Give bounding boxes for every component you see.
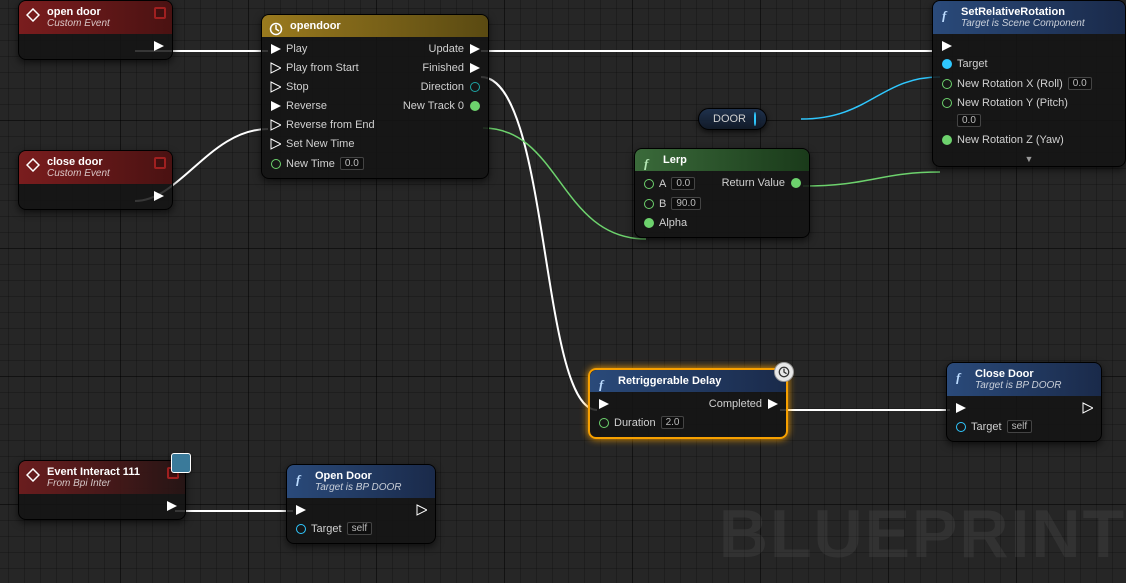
svg-text:f: f xyxy=(644,156,650,170)
exec-in-pin[interactable] xyxy=(955,402,1032,413)
latent-clock-icon xyxy=(774,362,794,382)
exec-in-pin[interactable] xyxy=(295,504,372,515)
pin-rotation-y[interactable]: New Rotation Y (Pitch)0.0 xyxy=(941,97,1091,127)
pin-a[interactable]: A0.0 xyxy=(643,177,701,190)
delegate-pin[interactable] xyxy=(154,7,166,19)
node-set-relative-rotation[interactable]: f SetRelativeRotation Target is Scene Co… xyxy=(932,0,1126,167)
node-title: Open Door xyxy=(315,470,372,482)
node-title: Retriggerable Delay xyxy=(618,375,721,387)
exec-out-pin[interactable] xyxy=(153,40,164,51)
expand-icon[interactable]: ▼ xyxy=(933,154,1125,166)
pin-play-from-start[interactable]: Play from Start xyxy=(270,62,375,74)
exec-in-pin[interactable] xyxy=(941,40,1092,51)
pin-rotation-x[interactable]: New Rotation X (Roll)0.0 xyxy=(941,77,1092,90)
timeline-icon xyxy=(268,21,284,37)
node-subtitle: Custom Event xyxy=(47,168,164,179)
node-title: Lerp xyxy=(663,154,687,166)
node-lerp[interactable]: f Lerp A0.0 B90.0 Alpha Return Value xyxy=(634,148,810,238)
exec-out-pin[interactable] xyxy=(166,500,177,511)
pin-duration[interactable]: Duration2.0 xyxy=(598,416,684,429)
node-title: SetRelativeRotation xyxy=(961,6,1065,18)
blueprint-watermark: BLUEPRINT xyxy=(719,495,1126,573)
pin-update[interactable]: Update xyxy=(429,43,480,55)
node-title: close door xyxy=(47,156,103,168)
pin-direction[interactable]: Direction xyxy=(421,81,480,93)
delegate-pin[interactable] xyxy=(154,157,166,169)
pin-alpha[interactable]: Alpha xyxy=(643,217,701,229)
node-close-door-call[interactable]: f Close Door Target is BP DOOR Targetsel… xyxy=(946,362,1102,442)
pin-reverse[interactable]: Reverse xyxy=(270,100,375,112)
pin-reverse-from-end[interactable]: Reverse from End xyxy=(270,119,375,131)
node-title: open door xyxy=(47,6,101,18)
node-close-door-event[interactable]: close door Custom Event xyxy=(18,150,173,210)
node-open-door-event[interactable]: open door Custom Event xyxy=(18,0,173,60)
function-icon: f xyxy=(641,155,657,171)
node-open-door-call[interactable]: f Open Door Target is BP DOOR Targetself xyxy=(286,464,436,544)
node-subtitle: From Bpi Inter xyxy=(47,478,177,489)
node-subtitle: Target is Scene Component xyxy=(961,18,1117,29)
pin-b[interactable]: B90.0 xyxy=(643,197,701,210)
var-out-pin[interactable] xyxy=(754,113,756,125)
function-icon: f xyxy=(293,471,309,487)
svg-text:f: f xyxy=(942,8,948,22)
pin-set-new-time[interactable]: Set New Time xyxy=(270,138,375,150)
node-title: Event Interact 111 xyxy=(47,466,140,478)
node-variable-door[interactable]: DOOR xyxy=(698,108,767,130)
exec-out-pin[interactable] xyxy=(1082,402,1093,413)
function-icon: f xyxy=(953,369,969,385)
svg-text:f: f xyxy=(956,370,962,384)
event-icon xyxy=(25,467,41,483)
interface-badge-icon xyxy=(171,453,191,473)
pin-target[interactable]: Target xyxy=(941,58,1092,70)
pin-play[interactable]: Play xyxy=(270,43,375,55)
exec-in-pin[interactable] xyxy=(598,398,684,409)
exec-out-pin[interactable] xyxy=(153,190,164,201)
pin-target[interactable]: Targetself xyxy=(295,522,372,535)
function-icon: f xyxy=(596,376,612,392)
pin-return-value[interactable]: Return Value xyxy=(722,177,801,189)
node-subtitle: Custom Event xyxy=(47,18,164,29)
node-title: opendoor xyxy=(290,20,341,32)
node-subtitle: Target is BP DOOR xyxy=(315,482,427,493)
svg-text:f: f xyxy=(296,472,302,486)
pin-new-track[interactable]: New Track 0 xyxy=(403,100,480,112)
node-timeline-opendoor[interactable]: opendoor Play Play from Start Stop Rever… xyxy=(261,14,489,179)
pin-finished[interactable]: Finished xyxy=(422,62,480,74)
exec-out-pin[interactable] xyxy=(416,504,427,515)
pin-rotation-z[interactable]: New Rotation Z (Yaw) xyxy=(941,134,1092,146)
node-title: Close Door xyxy=(975,368,1034,380)
custom-event-icon xyxy=(25,157,41,173)
pin-stop[interactable]: Stop xyxy=(270,81,375,93)
node-subtitle: Target is BP DOOR xyxy=(975,380,1093,391)
svg-text:f: f xyxy=(599,377,605,391)
function-icon: f xyxy=(939,7,955,23)
pin-target[interactable]: Targetself xyxy=(955,420,1032,433)
pin-new-time[interactable]: New Time0.0 xyxy=(270,157,375,170)
pin-completed[interactable]: Completed xyxy=(709,398,778,410)
node-event-interact[interactable]: Event Interact 111 From Bpi Inter xyxy=(18,460,186,520)
variable-name: DOOR xyxy=(713,113,746,125)
custom-event-icon xyxy=(25,7,41,23)
node-retriggerable-delay[interactable]: f Retriggerable Delay Duration2.0 Comple… xyxy=(588,368,788,439)
